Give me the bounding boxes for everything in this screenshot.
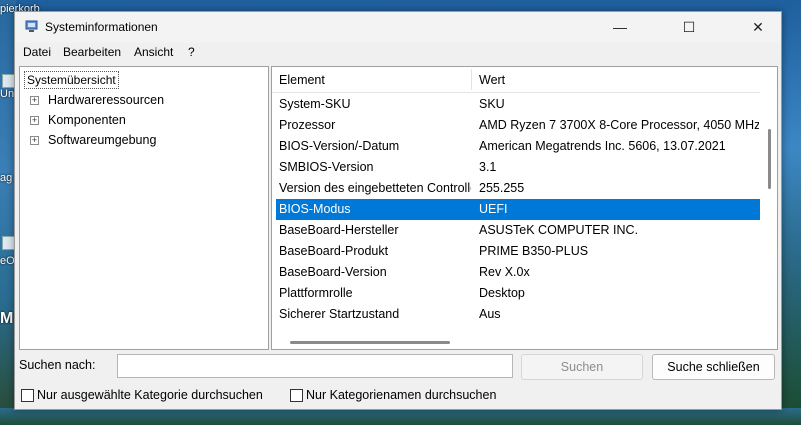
tree-item-label: Softwareumgebung xyxy=(48,133,157,147)
list-header: Element Wert xyxy=(272,67,760,93)
category-tree[interactable]: Systemübersicht + Hardwareressourcen + K… xyxy=(19,66,269,350)
vertical-scrollbar[interactable] xyxy=(760,67,777,349)
row-value: ASUSTeK COMPUTER INC. xyxy=(479,223,639,237)
expand-icon[interactable]: + xyxy=(30,136,39,145)
list-row[interactable]: BaseBoard-Produkt PRIME B350-PLUS xyxy=(276,241,760,262)
row-element: Prozessor xyxy=(279,118,336,132)
row-element: BaseBoard-Produkt xyxy=(279,244,389,258)
list-row[interactable]: System-SKU SKU xyxy=(276,94,760,115)
checkbox-box[interactable] xyxy=(290,389,303,402)
row-value: 3.1 xyxy=(479,160,497,174)
system-information-window: Systeminformationen — ☐ ✕ Datei Bearbeit… xyxy=(14,11,782,410)
vertical-scrollbar-thumb[interactable] xyxy=(768,129,771,189)
column-divider[interactable] xyxy=(471,69,472,90)
checkbox-label: Nur Kategorienamen durchsuchen xyxy=(306,388,497,402)
horizontal-scrollbar[interactable] xyxy=(272,335,760,349)
tree-item-system-summary[interactable]: Systemübersicht xyxy=(24,71,119,89)
row-value: Desktop xyxy=(479,286,525,300)
list-row[interactable]: SMBIOS-Version 3.1 xyxy=(276,157,760,178)
list-rows: System-SKU SKU Prozessor AMD Ryzen 7 3700X… xyxy=(276,94,760,325)
checkbox-box[interactable] xyxy=(21,389,34,402)
row-element: Plattformrolle xyxy=(279,286,353,300)
column-header-value[interactable]: Wert xyxy=(479,73,505,87)
menu-bar: Datei Bearbeiten Ansicht ? xyxy=(15,43,781,63)
checkbox-label: Nur ausgewählte Kategorie durchsuchen xyxy=(37,388,263,402)
row-value: AMD Ryzen 7 3700X 8-Core Processor, 4050… xyxy=(479,118,759,132)
details-list[interactable]: Element Wert System-SKU SKU Prozessor AMD … xyxy=(271,66,778,350)
minimize-button[interactable]: — xyxy=(597,12,643,43)
list-row[interactable]: Plattformrolle Desktop xyxy=(276,283,760,304)
column-header-element[interactable]: Element xyxy=(279,73,325,87)
desktop-label: ag xyxy=(0,172,13,184)
search-label: Suchen nach: xyxy=(19,358,96,372)
row-element: BaseBoard-Hersteller xyxy=(279,223,399,237)
row-value: 255.255 xyxy=(479,181,525,195)
list-row[interactable]: BIOS-Version/-Datum American Megatrends I… xyxy=(276,136,760,157)
row-value: Rev X.0x xyxy=(479,265,530,279)
desktop-bottom xyxy=(0,408,801,425)
row-value: UEFI xyxy=(479,202,508,216)
list-row[interactable]: BaseBoard-Hersteller ASUSTeK COMPUTER INC… xyxy=(276,220,760,241)
row-element: System-SKU xyxy=(279,97,351,111)
desktop-label: M xyxy=(0,310,14,327)
menu-help[interactable]: ? xyxy=(188,45,195,59)
row-element: SMBIOS-Version xyxy=(279,160,374,174)
tree-item-label: Hardwareressourcen xyxy=(48,93,165,107)
title-bar[interactable]: Systeminformationen — ☐ ✕ xyxy=(15,12,781,43)
system-info-app-icon xyxy=(25,20,38,32)
row-value: SKU xyxy=(479,97,505,111)
row-value: Aus xyxy=(479,307,501,321)
list-row[interactable]: Version des eingebetteten Controllers 255… xyxy=(276,178,760,199)
list-row[interactable]: BaseBoard-Version Rev X.0x xyxy=(276,262,760,283)
row-element: Sicherer Startzustand xyxy=(279,307,400,321)
row-element: BIOS-Version/-Datum xyxy=(279,139,400,153)
expand-icon[interactable]: + xyxy=(30,116,39,125)
list-row[interactable]: Sicherer Startzustand Aus xyxy=(276,304,760,325)
list-row[interactable]: Prozessor AMD Ryzen 7 3700X 8-Core Proces… xyxy=(276,115,760,136)
menu-bearbeiten[interactable]: Bearbeiten xyxy=(63,45,121,59)
horizontal-scrollbar-thumb[interactable] xyxy=(290,341,450,344)
menu-datei[interactable]: Datei xyxy=(23,45,51,59)
row-value: American Megatrends Inc. 5606, 13.07.202… xyxy=(479,139,726,153)
row-element: BaseBoard-Version xyxy=(279,265,387,279)
close-button[interactable]: ✕ xyxy=(735,12,781,43)
row-element: BIOS-Modus xyxy=(279,202,351,216)
expand-icon[interactable]: + xyxy=(30,96,39,105)
maximize-button[interactable]: ☐ xyxy=(643,12,735,43)
window-title: Systeminformationen xyxy=(45,20,158,34)
row-value: PRIME B350-PLUS xyxy=(479,244,589,258)
menu-ansicht[interactable]: Ansicht xyxy=(134,45,173,59)
list-row-selected[interactable]: BIOS-Modus UEFI xyxy=(276,199,760,220)
close-search-button[interactable]: Suche schließen xyxy=(652,354,775,380)
search-button[interactable]: Suchen xyxy=(521,354,643,380)
search-input[interactable] xyxy=(117,354,513,378)
tree-item-label: Komponenten xyxy=(48,113,126,127)
desktop-label: eO xyxy=(0,255,15,267)
row-element: Version des eingebetteten Controllers xyxy=(279,181,471,195)
